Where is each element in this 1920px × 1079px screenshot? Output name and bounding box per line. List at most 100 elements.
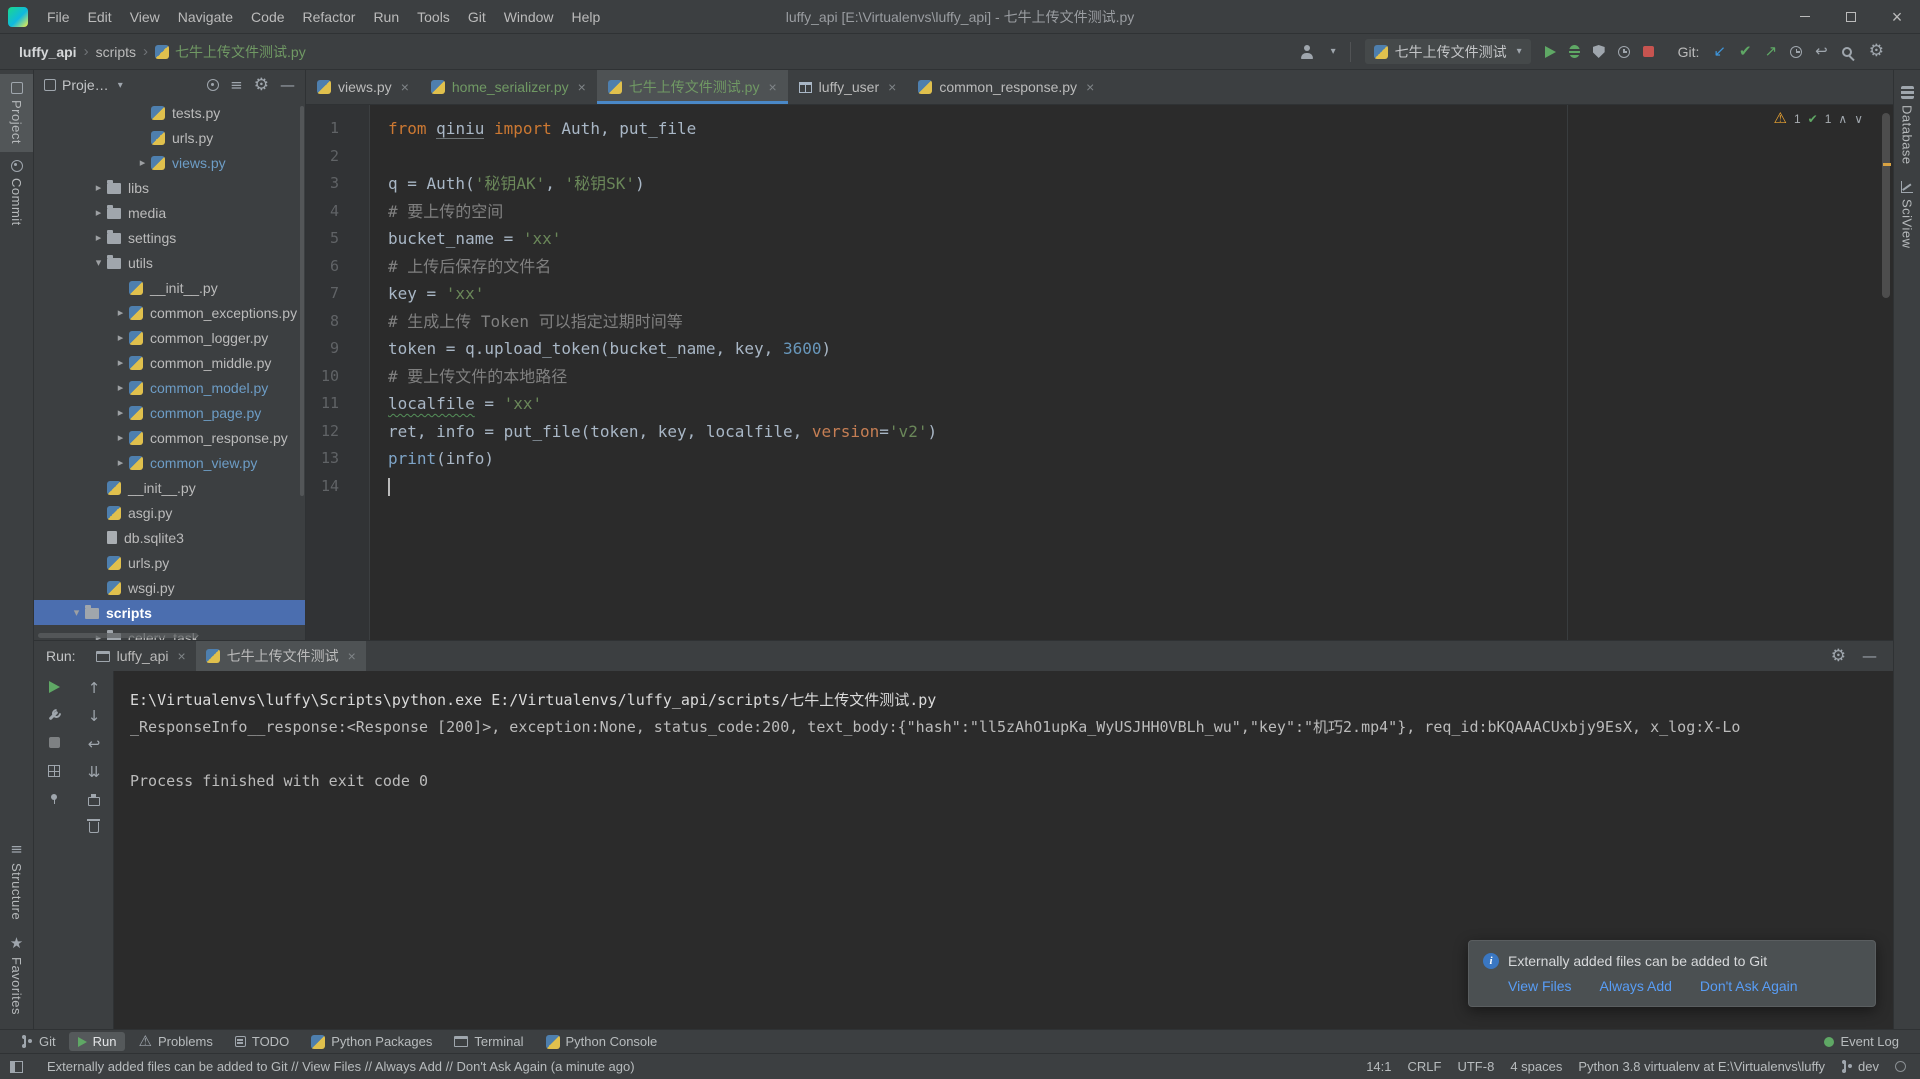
menu-code[interactable]: Code (242, 0, 293, 33)
tree-item-urls-py[interactable]: urls.py (34, 550, 305, 575)
code-line[interactable]: localfile = 'xx' (388, 390, 1893, 418)
tree-item-init-py[interactable]: __init__.py (34, 275, 305, 300)
code-line[interactable]: # 要上传文件的本地路径 (388, 363, 1893, 391)
line-number[interactable]: 14 (306, 473, 369, 501)
line-number[interactable]: 4 (306, 198, 369, 226)
tool-window-button-favorites[interactable]: ★ Favorites (0, 928, 33, 1023)
line-number[interactable]: 6 (306, 253, 369, 281)
caret-position[interactable]: 14:1 (1366, 1059, 1391, 1074)
chevron-right-icon[interactable]: ▸ (90, 181, 107, 194)
breadcrumb-item-scripts[interactable]: scripts (93, 44, 139, 60)
settings-icon[interactable]: ⚙ (1831, 647, 1846, 665)
hide-icon[interactable]: — (280, 77, 295, 93)
git-history-icon[interactable] (1790, 45, 1803, 58)
chevron-right-icon[interactable]: ▸ (134, 156, 151, 169)
close-icon[interactable]: × (401, 79, 409, 95)
code-line[interactable] (388, 143, 1893, 171)
chevron-right-icon[interactable]: ▸ (90, 231, 107, 244)
toolwindow-git[interactable]: Git (12, 1032, 65, 1051)
stop-icon[interactable] (1642, 46, 1654, 57)
scroll-end-icon[interactable]: ⇊ (88, 765, 101, 780)
chevron-right-icon[interactable]: ▸ (112, 381, 129, 394)
wrench-icon[interactable] (48, 709, 61, 722)
editor-code[interactable]: from qiniu import Auth, put_file q = Auth… (370, 105, 1893, 640)
editor-tab-七牛上传文件测试-py[interactable]: 七牛上传文件测试.py × (596, 70, 788, 104)
toolwindow-python-packages[interactable]: Python Packages (302, 1032, 441, 1051)
project-tree-scrollbar[interactable] (300, 106, 304, 496)
line-number[interactable]: 3 (306, 170, 369, 198)
code-line[interactable]: print(info) (388, 445, 1893, 473)
tree-item-utils[interactable]: ▾ utils (34, 250, 305, 275)
menu-refactor[interactable]: Refactor (294, 0, 365, 33)
tree-item-db-sqlite3[interactable]: db.sqlite3 (34, 525, 305, 550)
tree-item-views-py[interactable]: ▸ views.py (34, 150, 305, 175)
run-tab-七牛上传文件测试[interactable]: 七牛上传文件测试 × (195, 641, 366, 671)
status-message[interactable]: Externally added files can be added to G… (47, 1059, 1350, 1074)
close-button[interactable]: × (1874, 0, 1920, 33)
python-interpreter[interactable]: Python 3.8 virtualenv at E:\Virtualenvs\… (1578, 1059, 1825, 1074)
hide-icon[interactable]: — (1862, 648, 1877, 664)
toolwindow-run[interactable]: Run (68, 1032, 126, 1051)
close-icon[interactable]: × (177, 648, 185, 664)
menu-view[interactable]: View (121, 0, 169, 33)
close-icon[interactable]: × (1086, 79, 1094, 95)
softwrap-icon[interactable]: ↩ (88, 737, 101, 752)
up-icon[interactable]: ↑ (88, 681, 101, 696)
tree-item-common-page-py[interactable]: ▸ common_page.py (34, 400, 305, 425)
chevron-right-icon[interactable]: ▸ (112, 406, 129, 419)
minimize-button[interactable] (1782, 0, 1828, 33)
line-number[interactable]: 5 (306, 225, 369, 253)
tool-window-button-project[interactable]: Project (0, 74, 33, 152)
chevron-right-icon[interactable]: ▸ (112, 456, 129, 469)
line-separator[interactable]: CRLF (1408, 1059, 1442, 1074)
rerun-icon[interactable] (48, 681, 60, 693)
tree-item-asgi-py[interactable]: asgi.py (34, 500, 305, 525)
pin-icon[interactable] (48, 793, 60, 805)
editor-tab-common-response-py[interactable]: common_response.py × (907, 70, 1105, 104)
menu-help[interactable]: Help (563, 0, 610, 33)
locate-icon[interactable] (207, 79, 220, 91)
code-line[interactable]: # 要上传的空间 (388, 198, 1893, 226)
code-line[interactable]: from qiniu import Auth, put_file (388, 115, 1893, 143)
line-number[interactable]: 7 (306, 280, 369, 308)
tool-window-switcher-icon[interactable] (10, 1060, 23, 1073)
tree-item-common-exceptions-py[interactable]: ▸ common_exceptions.py (34, 300, 305, 325)
tree-item-common-middle-py[interactable]: ▸ common_middle.py (34, 350, 305, 375)
inspections-widget[interactable]: ⚠ 1 ✔ 1 ∧ ∨ (1774, 111, 1863, 126)
run-icon[interactable] (1544, 45, 1556, 58)
line-number[interactable]: 2 (306, 143, 369, 171)
git-rollback-icon[interactable]: ↩ (1815, 44, 1828, 59)
close-icon[interactable]: × (768, 79, 776, 95)
line-number[interactable]: 10 (306, 363, 369, 391)
notification-action-view-files[interactable]: View Files (1508, 978, 1572, 994)
code-line[interactable]: bucket_name = 'xx' (388, 225, 1893, 253)
chevron-right-icon[interactable]: ▸ (112, 356, 129, 369)
toolwindow-problems[interactable]: ⚠ Problems (129, 1032, 221, 1051)
tree-item-common-view-py[interactable]: ▸ common_view.py (34, 450, 305, 475)
menu-navigate[interactable]: Navigate (169, 0, 242, 33)
editor-tab-luffy-user[interactable]: luffy_user × (788, 70, 908, 104)
close-icon[interactable]: × (578, 79, 586, 95)
toolwindow-terminal[interactable]: Terminal (445, 1032, 532, 1051)
down-icon[interactable]: ↓ (88, 709, 101, 724)
settings-icon[interactable]: ⚙ (254, 76, 269, 94)
chevron-down-icon[interactable]: ▾ (90, 256, 107, 269)
trash-icon[interactable] (87, 819, 100, 833)
tool-window-button-sciview[interactable]: SciView (1894, 173, 1920, 257)
editor-scrollbar[interactable] (1882, 113, 1890, 298)
debug-icon[interactable] (1568, 45, 1580, 58)
tree-item-urls-py[interactable]: urls.py (34, 125, 305, 150)
close-icon[interactable]: × (348, 648, 356, 664)
project-panel-title[interactable]: Proje… ▾ (44, 77, 123, 93)
settings-icon[interactable]: ⚙ (1869, 43, 1884, 60)
git-commit-icon[interactable]: ✔ (1739, 44, 1752, 59)
stop-icon-gray[interactable] (48, 737, 60, 748)
code-line[interactable]: # 上传后保存的文件名 (388, 253, 1893, 281)
code-line[interactable]: # 生成上传 Token 可以指定过期时间等 (388, 308, 1893, 336)
toolwindow-event-log[interactable]: Event Log (1815, 1032, 1908, 1051)
line-number[interactable]: 11 (306, 390, 369, 418)
code-line[interactable]: token = q.upload_token(bucket_name, key,… (388, 335, 1893, 363)
run-config-selector[interactable]: 七牛上传文件测试 ▾ (1364, 39, 1531, 64)
menu-edit[interactable]: Edit (79, 0, 121, 33)
tree-item-common-logger-py[interactable]: ▸ common_logger.py (34, 325, 305, 350)
